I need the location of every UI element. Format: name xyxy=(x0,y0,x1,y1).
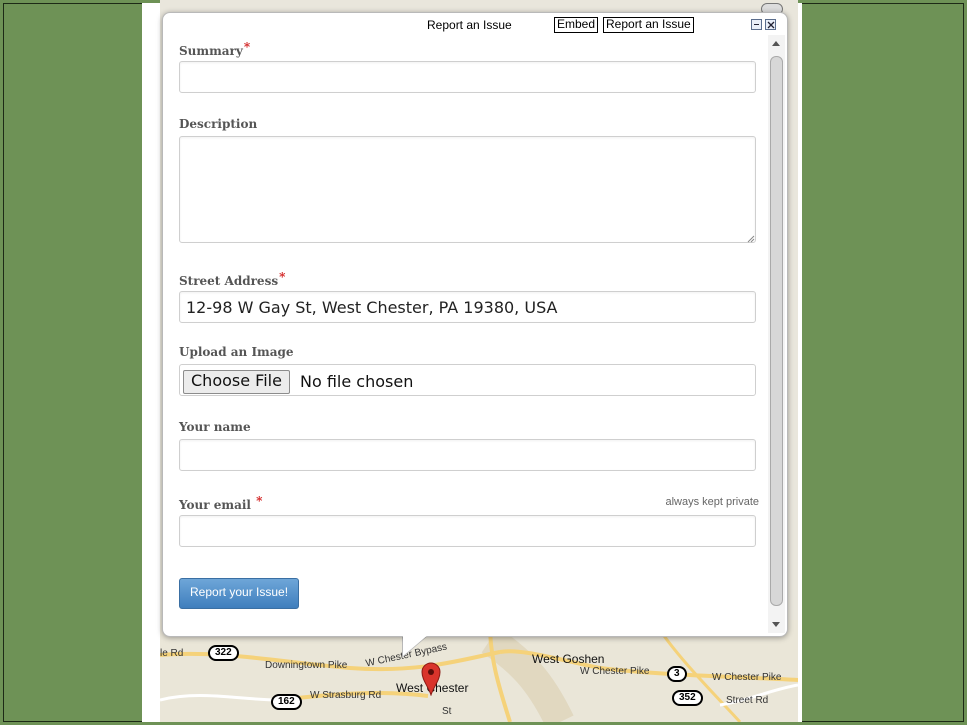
image-file-input[interactable]: Choose File No file chosen xyxy=(179,364,756,396)
minimize-icon[interactable] xyxy=(751,19,762,30)
dialog-scrollbar[interactable] xyxy=(768,35,785,633)
route-shield: 322 xyxy=(208,645,239,661)
street-address-label: Street Address* xyxy=(179,270,286,288)
choose-file-button[interactable]: Choose File xyxy=(183,370,290,394)
scroll-thumb[interactable] xyxy=(770,56,783,606)
resize-grip-icon[interactable] xyxy=(747,235,755,243)
map-label: Street Rd xyxy=(726,695,769,706)
map-label: Downingtown Pike xyxy=(265,660,348,671)
map-label: W Strasburg Rd xyxy=(310,690,382,701)
map-label: W Chester Pike xyxy=(712,672,782,683)
summary-input[interactable] xyxy=(179,61,756,93)
map-label-town: West Goshen xyxy=(532,652,605,666)
file-status-text: No file chosen xyxy=(300,372,414,391)
route-shield: 162 xyxy=(271,694,302,710)
embed-button[interactable]: Embed xyxy=(554,17,599,33)
email-privacy-hint: always kept private xyxy=(665,496,759,508)
street-address-input[interactable] xyxy=(179,291,756,323)
your-name-label: Your name xyxy=(179,420,251,434)
map-label: le Rd xyxy=(160,648,184,659)
map-label: W Chester Pike xyxy=(580,666,650,677)
route-shield: 352 xyxy=(672,690,703,706)
map-marker-icon[interactable] xyxy=(421,662,441,696)
report-issue-dialog: Report an Issue Embed Report an Issue Su… xyxy=(162,12,788,637)
scroll-down-icon[interactable] xyxy=(772,622,780,627)
name-input[interactable] xyxy=(179,439,756,471)
map-label: St xyxy=(442,706,452,717)
report-issue-submit-button[interactable]: Report your Issue! xyxy=(179,578,300,609)
route-shield: 3 xyxy=(667,666,687,682)
dialog-titlebar: Report an Issue Embed Report an Issue xyxy=(163,13,787,35)
summary-label: Summary* xyxy=(179,40,251,58)
dialog-tail-fill xyxy=(403,634,429,656)
dialog-title: Report an Issue xyxy=(427,18,512,32)
email-input[interactable] xyxy=(179,515,756,547)
close-icon[interactable] xyxy=(765,19,776,30)
upload-image-label: Upload an Image xyxy=(179,345,294,359)
your-email-label: Your email * xyxy=(179,494,263,512)
description-label: Description xyxy=(179,117,258,131)
description-textarea[interactable] xyxy=(179,136,756,243)
report-issue-tab-button[interactable]: Report an Issue xyxy=(603,17,694,33)
scroll-up-icon[interactable] xyxy=(772,41,780,46)
